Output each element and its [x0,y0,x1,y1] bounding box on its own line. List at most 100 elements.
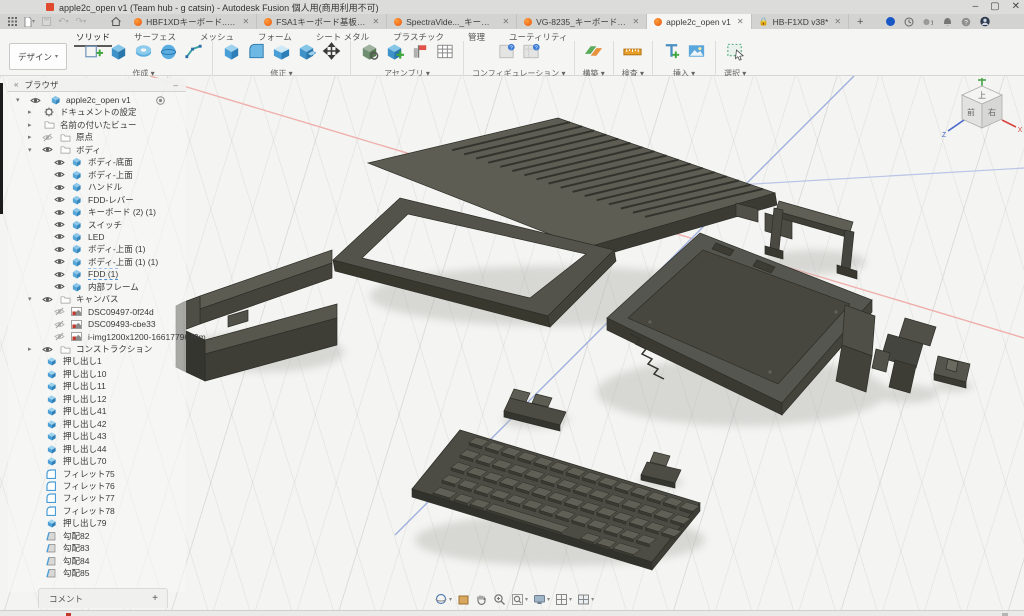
eye-icon[interactable] [42,145,53,154]
new-component-icon[interactable] [384,40,405,67]
link-cube-icon[interactable] [359,40,380,67]
eye-icon[interactable] [54,270,65,279]
doc-tab-4[interactable]: apple2c_open v1✕ [647,14,751,29]
eye-off-icon[interactable] [54,320,65,329]
joint-icon[interactable] [409,40,430,67]
browser-item--[interactable]: 内部フレーム [8,281,186,293]
workspace-selector[interactable]: デザイン▾ [9,43,67,70]
chevron-right-icon[interactable]: ▸ [28,133,32,141]
pan-tool-icon[interactable] [475,593,488,606]
comment-bar[interactable]: コメント + [38,588,168,608]
browser-item--2-1-[interactable]: キーボード (2) (1) [8,206,186,218]
browser-item--85[interactable]: 勾配85 [8,567,186,579]
viewports-tool-icon[interactable]: ▾ [577,593,594,606]
eye-icon[interactable] [54,195,65,204]
browser-item--84[interactable]: 勾配84 [8,555,186,567]
orbit-tool-icon[interactable]: ▾ [434,592,452,606]
browser-item--11[interactable]: 押し出し11 [8,380,186,392]
new-tab-button[interactable]: + [849,14,871,29]
browser-item-fdd-[interactable]: FDD-レバー [8,194,186,206]
eye-icon[interactable] [42,295,53,304]
bell-icon[interactable] [942,17,952,27]
browser-item--43[interactable]: 押し出し43 [8,430,186,442]
chevron-right-icon[interactable]: ▸ [28,121,32,129]
browser-item--[interactable]: ハンドル [8,181,186,193]
browser-item--82[interactable]: 勾配82 [8,530,186,542]
eye-off-icon[interactable] [54,332,65,341]
display-tool-icon[interactable]: ▾ [533,593,550,606]
eye-icon[interactable] [54,170,65,179]
browser-item--[interactable]: ▾ボディ [8,144,186,156]
eye-icon[interactable] [54,158,65,167]
doc-tab-0[interactable]: HBF1XDキーボード...ed) (1) v8*✕ [127,14,257,29]
browser-item--42[interactable]: 押し出し42 [8,418,186,430]
eye-icon[interactable] [42,345,53,354]
chevron-down-icon[interactable]: ▾ [28,146,32,154]
file-menu-icon[interactable]: ▾ [24,17,35,27]
tab-close-icon[interactable]: ✕ [630,17,639,26]
planes-icon[interactable] [583,40,604,67]
grid-tool-icon[interactable]: ▾ [555,593,572,606]
eye-icon[interactable] [54,245,65,254]
chevron-down-icon[interactable]: ▾ [16,96,20,104]
browser-item--[interactable]: スイッチ [8,219,186,231]
eye-off-icon[interactable] [54,307,65,316]
presspull-icon[interactable] [221,40,242,67]
home-icon[interactable] [111,17,121,26]
tab-close-icon[interactable]: ✕ [832,17,841,26]
sphere-icon[interactable] [158,40,179,67]
doc-tab-3[interactable]: VG-8235_キーボード基板 v9*✕ [517,14,647,29]
fit-tool-icon[interactable]: ▾ [511,593,528,606]
browser-item--[interactable]: ▸コンストラクション [8,343,186,355]
browser-item--[interactable]: ボディ-底面 [8,156,186,168]
browser-item--10[interactable]: 押し出し10 [8,368,186,380]
browser-item--1-1-[interactable]: ボディ-上面 (1) (1) [8,256,186,268]
tab-close-icon[interactable]: ✕ [500,17,509,26]
shell-icon[interactable] [271,40,292,67]
browser-item--83[interactable]: 勾配83 [8,542,186,554]
browser-item--75[interactable]: フィレット75 [8,468,186,480]
minimize-button[interactable]: – [973,2,979,12]
activate-radio-icon[interactable] [156,96,165,105]
close-button[interactable]: ✕ [1012,2,1020,12]
avatar-icon[interactable] [980,17,990,27]
browser-item--77[interactable]: フィレット77 [8,492,186,504]
browser-item--[interactable]: ボディ-上面 [8,169,186,181]
tab-close-icon[interactable]: ✕ [370,17,379,26]
eye-icon[interactable] [54,232,65,241]
app-grid-icon[interactable] [8,17,17,26]
browser-item--[interactable]: ▸原点 [8,131,186,143]
zoom-tool-icon[interactable] [493,593,506,606]
eye-icon[interactable] [54,220,65,229]
maximize-button[interactable]: ▢ [990,2,999,12]
browser-item--[interactable]: ▸ドキュメントの設定 [8,106,186,118]
browser-item--12[interactable]: 押し出し12 [8,393,186,405]
doc-tab-2[interactable]: SpectraVide..._キーボード基板 v6✕ [387,14,517,29]
doc-tab-1[interactable]: FSA1キーボード基板_2 v7*✕ [257,14,387,29]
browser-item--44[interactable]: 押し出し44 [8,443,186,455]
browser-item--78[interactable]: フィレット78 [8,505,186,517]
chevron-down-icon[interactable]: ▾ [28,295,32,303]
help-icon[interactable]: ? [961,17,971,27]
eye-icon[interactable] [54,208,65,217]
browser-item--76[interactable]: フィレット76 [8,480,186,492]
lookat-tool-icon[interactable] [457,593,470,606]
revolve-icon[interactable] [133,40,154,67]
tab-close-icon[interactable]: ✕ [735,17,744,26]
fillet-icon[interactable] [246,40,267,67]
browser-item-fdd-1-[interactable]: FDD (1) [8,268,186,280]
browser-item--[interactable]: ▸名前の付いたビュー [8,119,186,131]
move-icon[interactable] [321,40,342,67]
browser-collapse-icon[interactable]: « [8,80,24,89]
part-fdd-lever[interactable] [872,318,936,393]
select-icon[interactable] [725,40,746,67]
browser-item-i-img1200x1200-1661779669m-[interactable]: i-img1200x1200-1661779669m... [8,331,186,343]
browser-item-dsc09497-0f24d[interactable]: DSC09497-0f24d [8,306,186,318]
config1-icon[interactable]: ? [496,40,517,67]
decal-icon[interactable] [661,40,682,67]
eye-icon[interactable] [54,183,65,192]
comment-add-button[interactable]: + [152,593,167,604]
eye-icon[interactable] [54,282,65,291]
notification-count-icon[interactable]: 1 [923,17,933,27]
config2-icon[interactable]: ? [521,40,542,67]
